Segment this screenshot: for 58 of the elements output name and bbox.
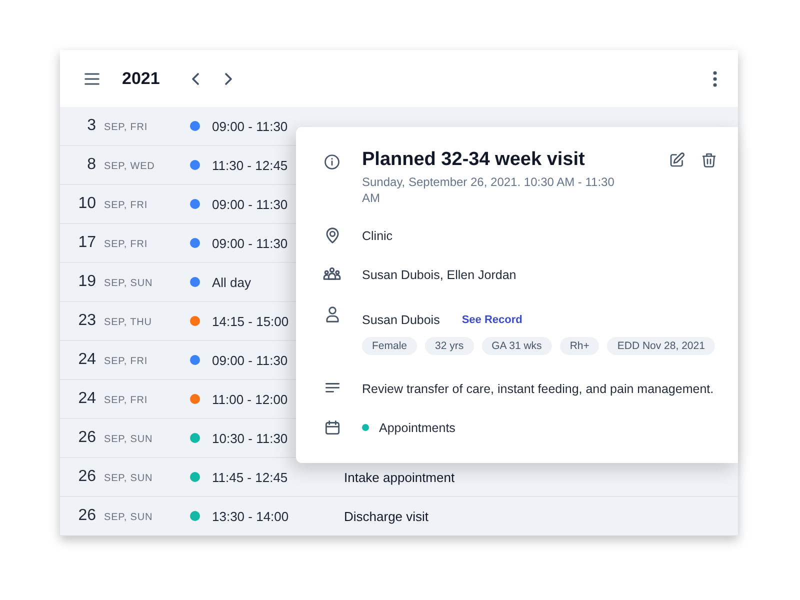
day-number: 3 bbox=[86, 117, 96, 135]
see-record-link[interactable]: See Record bbox=[462, 314, 522, 326]
event-title[interactable]: Discharge visit bbox=[344, 508, 429, 524]
patient-tag: Rh+ bbox=[560, 337, 600, 356]
edit-icon bbox=[668, 151, 686, 169]
year-label: 2021 bbox=[122, 68, 160, 88]
patient-name: Susan Dubois bbox=[362, 313, 440, 328]
date-label: SEP, THU bbox=[103, 317, 153, 328]
date-label: SEP, WED bbox=[103, 161, 156, 172]
event-time: 13:30 - 14:00 bbox=[212, 508, 289, 524]
info-icon bbox=[323, 153, 341, 171]
day-number: 23 bbox=[77, 312, 96, 330]
attendees-text: Susan Dubois, Ellen Jordan bbox=[362, 268, 516, 282]
event-time: 09:00 - 11:30 bbox=[212, 352, 288, 368]
previous-button[interactable] bbox=[190, 70, 201, 86]
event-time: 10:30 - 11:30 bbox=[212, 430, 288, 446]
date-label: SEP, SUN bbox=[103, 278, 154, 289]
day-number: 19 bbox=[77, 273, 96, 291]
event-time: 09:00 - 11:30 bbox=[212, 236, 288, 250]
patient-tag: EDD Nov 28, 2021 bbox=[607, 337, 715, 356]
date-label: SEP, FRI bbox=[103, 122, 149, 133]
patient-tag: 32 yrs bbox=[425, 337, 474, 356]
patient-tag: GA 31 wks bbox=[482, 337, 552, 356]
day-number: 26 bbox=[77, 429, 96, 447]
next-button[interactable] bbox=[222, 70, 234, 86]
calendar-icon bbox=[322, 418, 342, 438]
day-number: 17 bbox=[77, 234, 96, 252]
event-time: 14:15 - 15:00 bbox=[212, 314, 289, 328]
chevron-left-icon bbox=[192, 72, 199, 84]
notes-text: Review transfer of care, instant feeding, and pain management. bbox=[362, 382, 714, 396]
date-label: SEP, SUN bbox=[103, 473, 154, 484]
event-date-time: Sunday, September 26, 2021. 10:30 AM - 11:30 AM bbox=[362, 174, 616, 206]
date-label: SEP, FRI bbox=[103, 200, 149, 211]
day-number: 26 bbox=[77, 507, 96, 525]
date-label: SEP, SUN bbox=[103, 512, 154, 523]
calendar-name: Appointments bbox=[379, 420, 456, 435]
day-number: 8 bbox=[86, 156, 96, 174]
day-number: 26 bbox=[77, 468, 96, 486]
date-label: SEP, SUN bbox=[103, 434, 154, 445]
date-label: SEP, FRI bbox=[103, 395, 149, 406]
date-label: SEP, FRI bbox=[103, 356, 149, 367]
event-time: 11:45 - 12:45 bbox=[212, 470, 288, 484]
more-icon bbox=[712, 70, 718, 88]
location-text: Clinic bbox=[362, 228, 393, 243]
patient-tag: Female bbox=[362, 337, 418, 356]
date-label: SEP, FRI bbox=[103, 239, 149, 250]
day-number: 24 bbox=[77, 351, 96, 369]
event-time: 11:30 - 12:45 bbox=[212, 158, 288, 172]
event-time: 11:00 - 12:00 bbox=[212, 392, 288, 406]
event-time: All day bbox=[212, 274, 252, 290]
trash-icon bbox=[700, 151, 718, 169]
day-number: 24 bbox=[77, 390, 96, 408]
event-time: 09:00 - 11:30 bbox=[212, 196, 288, 212]
event-title[interactable]: Intake appointment bbox=[344, 470, 455, 484]
event-title: Planned 32-34 week visit bbox=[362, 149, 586, 171]
event-time: 09:00 - 11:30 bbox=[212, 118, 288, 134]
chevron-right-icon bbox=[224, 72, 232, 84]
day-number: 10 bbox=[77, 195, 96, 213]
